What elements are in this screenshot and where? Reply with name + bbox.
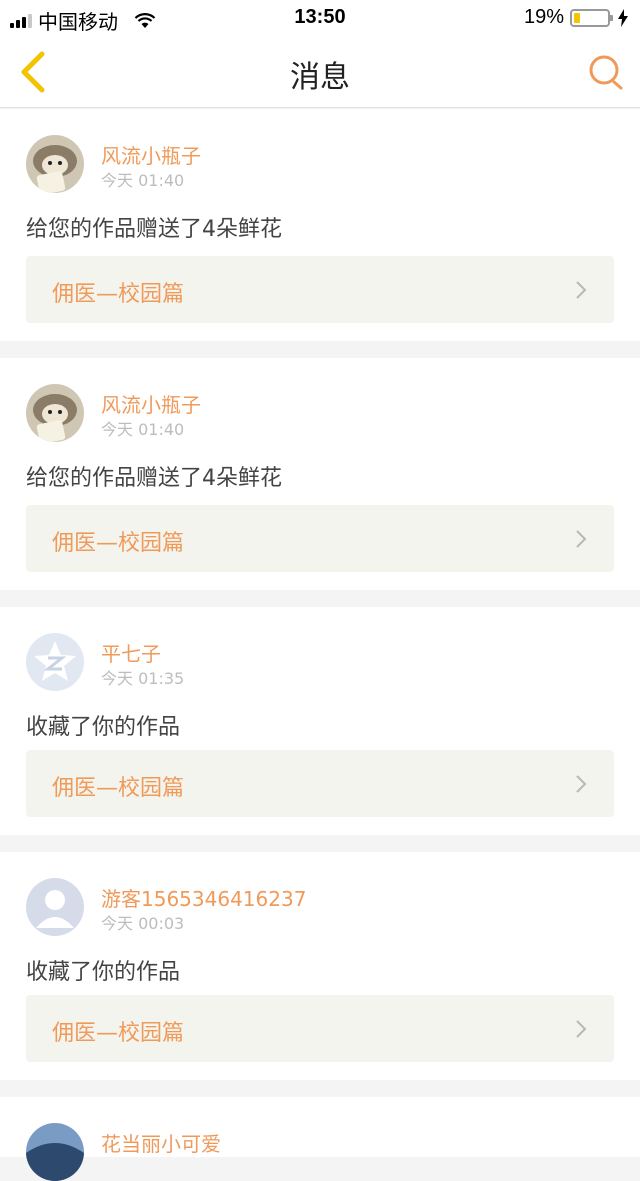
- work-title: 佣医—校园篇: [52, 776, 185, 801]
- status-right: 19%: [524, 6, 628, 29]
- charging-icon: [618, 8, 628, 27]
- work-link[interactable]: 佣医—校园篇: [26, 750, 614, 817]
- message-card: 风流小瓶子 今天 01:40 给您的作品赠送了4朵鲜花 佣医—校园篇: [0, 109, 640, 341]
- default-user-avatar[interactable]: [26, 878, 84, 936]
- battery-icon: [570, 8, 613, 27]
- chevron-right-icon: [576, 775, 587, 793]
- battery-fill: [574, 12, 581, 23]
- message-card: 平七子 今天 01:35 收藏了你的作品 佣医—校园篇: [0, 607, 640, 835]
- photo-avatar[interactable]: [26, 1123, 84, 1181]
- work-title: 佣医—校园篇: [52, 1021, 185, 1046]
- chevron-right-icon: [576, 530, 587, 548]
- battery-percent: 19%: [523, 6, 564, 28]
- username[interactable]: 风流小瓶子: [101, 389, 201, 418]
- timestamp: 今天 01:35: [101, 669, 185, 688]
- chevron-right-icon: [576, 281, 587, 299]
- username[interactable]: 风流小瓶子: [101, 140, 201, 169]
- chevron-right-icon: [576, 1020, 587, 1038]
- qzone-avatar[interactable]: [26, 633, 84, 691]
- work-link[interactable]: 佣医—校园篇: [26, 256, 614, 323]
- hedgehog-avatar[interactable]: [26, 384, 84, 442]
- message-card: 游客1565346416237 今天 00:03 收藏了你的作品 佣医—校园篇: [0, 852, 640, 1080]
- nav-bar: 消息: [0, 36, 640, 108]
- username[interactable]: 平七子: [101, 638, 161, 667]
- work-title: 佣医—校园篇: [52, 531, 185, 556]
- work-link[interactable]: 佣医—校园篇: [26, 995, 614, 1062]
- message-list: 风流小瓶子 今天 01:40 给您的作品赠送了4朵鲜花 佣医—校园篇 风流小瓶子…: [0, 109, 640, 1181]
- message-card: 风流小瓶子 今天 01:40 给您的作品赠送了4朵鲜花 佣医—校园篇: [0, 358, 640, 590]
- status-bar: 中国移动 13:50 19%: [0, 0, 640, 36]
- work-link[interactable]: 佣医—校园篇: [26, 505, 614, 572]
- page-title: 消息: [290, 60, 350, 95]
- timestamp: 今天 01:40: [101, 420, 185, 439]
- message-card: 花当丽小可爱: [0, 1097, 640, 1181]
- hedgehog-avatar[interactable]: [26, 135, 84, 193]
- timestamp: 今天 00:03: [101, 914, 185, 933]
- username[interactable]: 花当丽小可爱: [101, 1128, 221, 1157]
- action-text: 收藏了你的作品: [26, 715, 181, 740]
- search-icon[interactable]: [586, 52, 626, 92]
- timestamp: 今天 01:40: [101, 171, 185, 190]
- username[interactable]: 游客1565346416237: [101, 883, 306, 912]
- action-text: 给您的作品赠送了4朵鲜花: [26, 466, 282, 491]
- action-text: 收藏了你的作品: [26, 960, 181, 985]
- action-text: 给您的作品赠送了4朵鲜花: [26, 217, 282, 242]
- work-title: 佣医—校园篇: [52, 282, 185, 307]
